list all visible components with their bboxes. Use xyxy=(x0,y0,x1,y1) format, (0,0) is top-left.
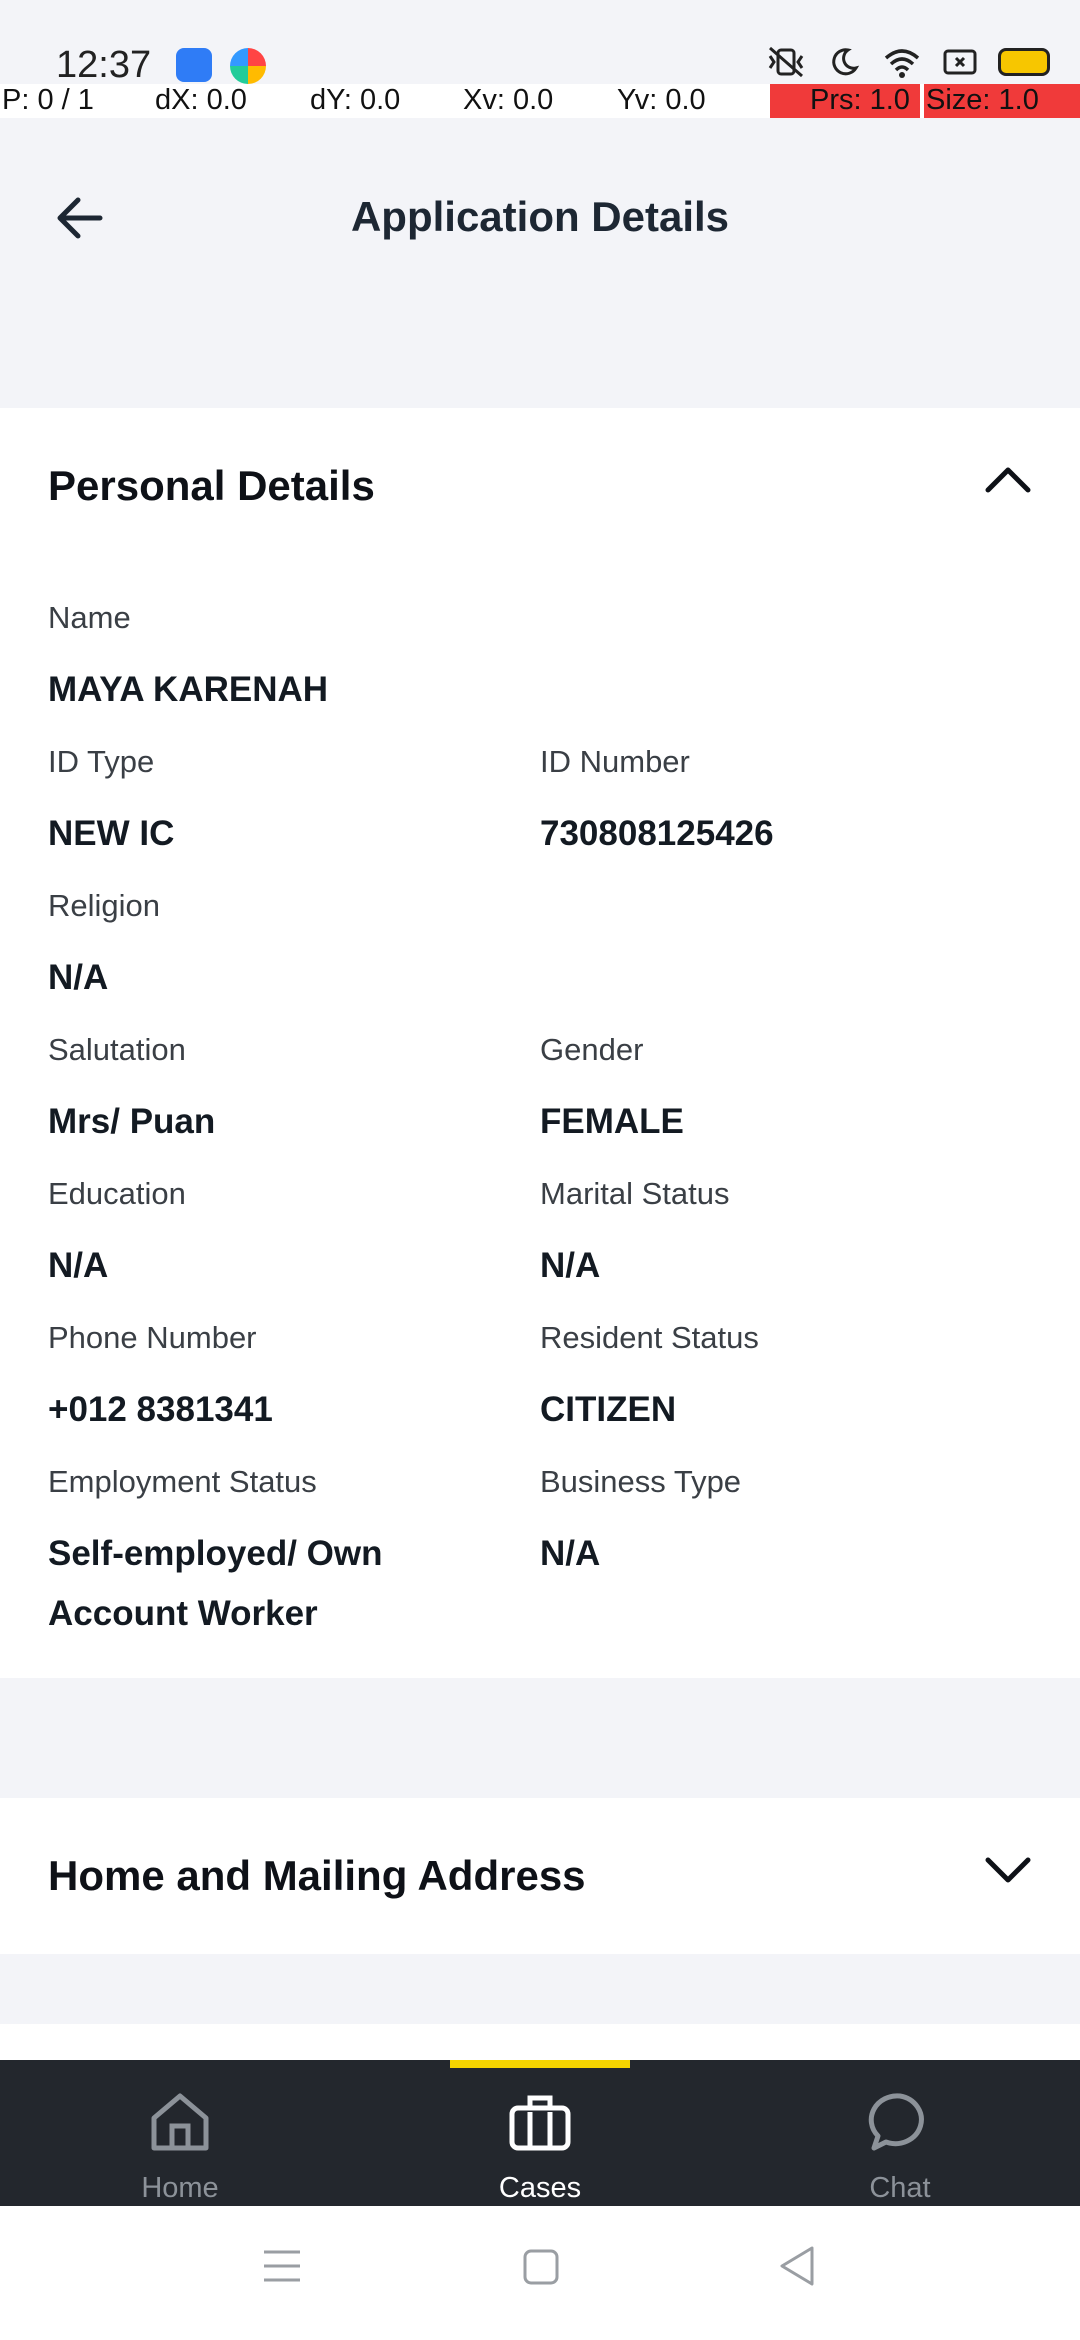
field-label: Education xyxy=(48,1176,186,1211)
nav-chat[interactable]: Chat xyxy=(720,2060,1080,2206)
field-employment-status: Employment Status Self-employed/ Own Acc… xyxy=(48,1464,488,1644)
field-label: Gender xyxy=(540,1032,644,1067)
field-business-type: Business Type N/A xyxy=(540,1464,741,1584)
status-bar: 12:37 xyxy=(0,0,1080,86)
field-label: Religion xyxy=(48,888,161,923)
nav-cases-label: Cases xyxy=(498,2172,582,2204)
field-education: Education N/A xyxy=(48,1176,186,1296)
next-section-card xyxy=(0,2024,1080,2064)
personal-details-title[interactable]: Personal Details xyxy=(48,462,375,510)
debug-size: Size: 1.0 xyxy=(924,84,1080,118)
home-mailing-address-card[interactable]: Home and Mailing Address xyxy=(0,1798,1080,1954)
field-value: Mrs/ Puan xyxy=(48,1102,216,1141)
field-label: ID Number xyxy=(540,744,690,779)
debug-dy: dY: 0.0 xyxy=(310,84,401,116)
debug-pressure: Prs: 1.0 xyxy=(770,84,920,118)
system-navigation-bar xyxy=(0,2206,1080,2340)
battery-icon xyxy=(998,48,1050,76)
nav-home[interactable]: Home xyxy=(0,2060,360,2206)
field-label: ID Type xyxy=(48,744,155,779)
address-section-title[interactable]: Home and Mailing Address xyxy=(48,1852,586,1900)
vibrate-icon xyxy=(768,46,804,78)
nav-home-label: Home xyxy=(141,2172,219,2204)
field-phone-number: Phone Number +012 8381341 xyxy=(48,1320,273,1440)
debug-yv: Yv: 0.0 xyxy=(617,84,706,116)
field-value: N/A xyxy=(540,1534,601,1573)
field-value: 730808125426 xyxy=(540,814,774,853)
field-value: Self-employed/ Own Account Worker xyxy=(48,1534,383,1633)
chevron-down-icon[interactable] xyxy=(980,1850,1036,1890)
screen-icon xyxy=(943,49,977,75)
field-value: N/A xyxy=(540,1246,601,1285)
nav-chat-label: Chat xyxy=(869,2172,931,2204)
field-id-type: ID Type NEW IC xyxy=(48,744,174,864)
field-value: N/A xyxy=(48,1246,109,1285)
android-app-icon xyxy=(176,48,212,82)
field-name: Name MAYA KARENAH xyxy=(48,600,328,720)
field-salutation: Salutation Mrs/ Puan xyxy=(48,1032,215,1152)
field-label: Employment Status xyxy=(48,1464,317,1499)
field-label: Name xyxy=(48,600,131,635)
back-triangle-icon[interactable] xyxy=(776,2244,816,2288)
debug-dx: dX: 0.0 xyxy=(155,84,247,116)
field-religion: Religion N/A xyxy=(48,888,160,1008)
browser-app-icon xyxy=(230,48,266,84)
field-label: Resident Status xyxy=(540,1320,759,1355)
field-label: Phone Number xyxy=(48,1320,257,1355)
home-icon xyxy=(151,2093,209,2151)
field-value: FEMALE xyxy=(540,1102,684,1141)
field-resident-status: Resident Status CITIZEN xyxy=(540,1320,759,1440)
personal-details-card: Personal Details Name MAYA KARENAH ID Ty… xyxy=(0,408,1080,1678)
app-header: Application Details xyxy=(0,118,1080,408)
field-label: Marital Status xyxy=(540,1176,730,1211)
wifi-icon xyxy=(884,49,920,78)
field-label: Business Type xyxy=(540,1464,742,1499)
field-value: NEW IC xyxy=(48,814,175,853)
field-value: MAYA KARENAH xyxy=(48,670,329,709)
bottom-navigation: Home Cases Chat xyxy=(0,2060,1080,2206)
debug-xv: Xv: 0.0 xyxy=(463,84,554,116)
menu-icon[interactable] xyxy=(262,2248,302,2284)
briefcase-icon xyxy=(509,2095,571,2151)
page-title: Application Details xyxy=(350,193,730,240)
moon-icon xyxy=(832,48,860,76)
debug-pointer: P: 0 / 1 xyxy=(2,84,94,116)
nav-cases[interactable]: Cases xyxy=(360,2060,720,2206)
chevron-up-icon[interactable] xyxy=(980,460,1036,500)
pointer-debug-bar: P: 0 / 1 dX: 0.0 dY: 0.0 Xv: 0.0 Yv: 0.0… xyxy=(0,84,1080,118)
field-label: Salutation xyxy=(48,1032,186,1067)
field-marital-status: Marital Status N/A xyxy=(540,1176,730,1296)
status-time: 12:37 xyxy=(56,44,152,86)
field-value: CITIZEN xyxy=(540,1390,677,1429)
chat-bubble-icon xyxy=(868,2093,924,2151)
field-value: +012 8381341 xyxy=(48,1390,273,1429)
field-gender: Gender FEMALE xyxy=(540,1032,684,1152)
system-icons xyxy=(766,46,1050,78)
field-value: N/A xyxy=(48,958,109,997)
field-id-number: ID Number 730808125426 xyxy=(540,744,774,864)
home-square-icon[interactable] xyxy=(522,2248,560,2286)
